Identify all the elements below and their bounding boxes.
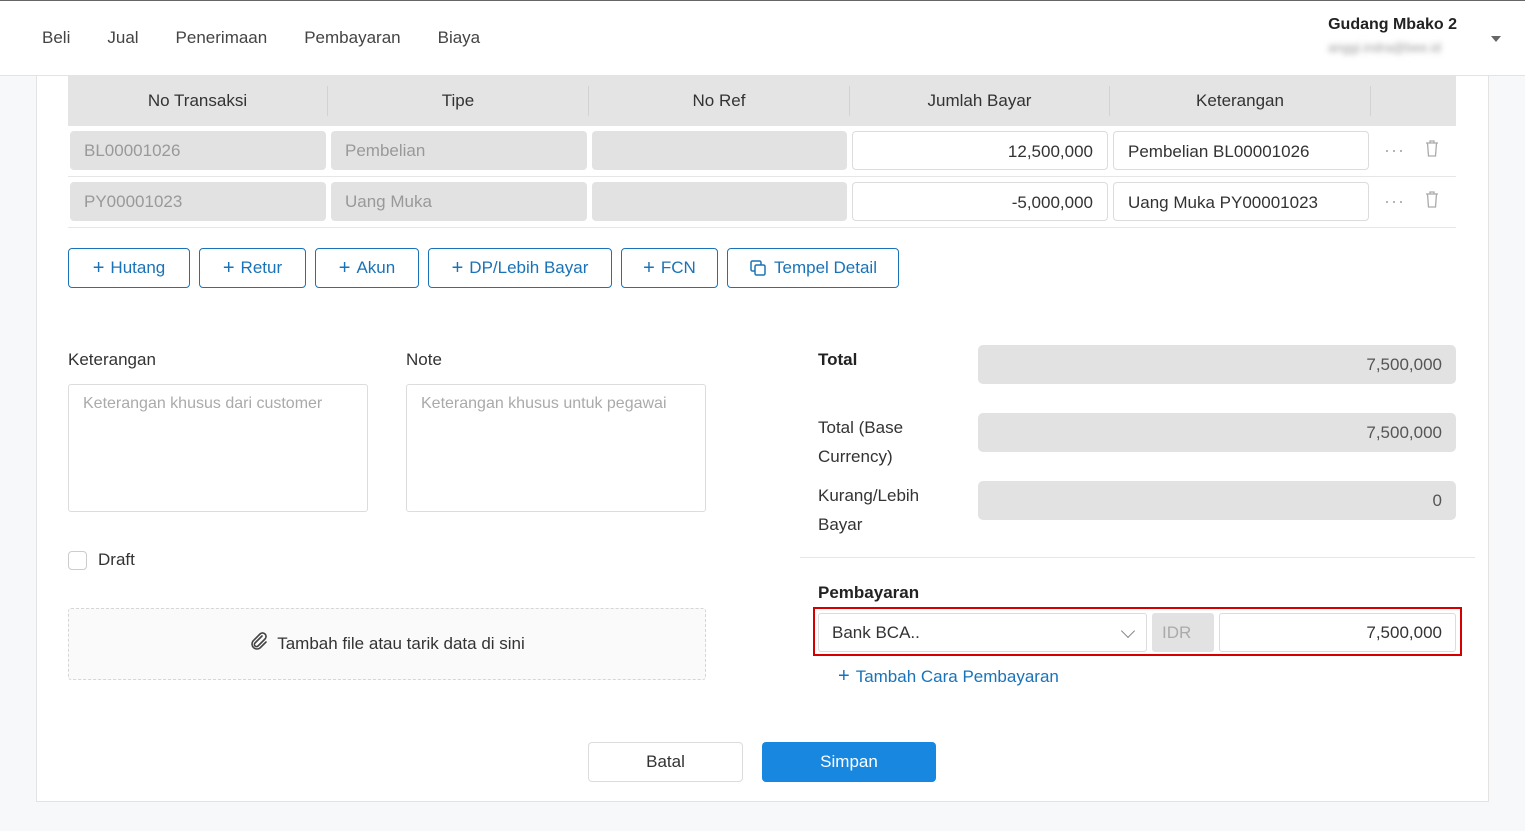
tipe-field: Pembelian xyxy=(331,131,587,170)
payment-method-select[interactable]: Bank BCA.. xyxy=(818,613,1147,652)
add-payment-method-link[interactable]: + Tambah Cara Pembayaran xyxy=(838,665,1059,688)
nav-pembayaran[interactable]: Pembayaran xyxy=(304,28,400,48)
plus-icon: + xyxy=(643,256,655,279)
nav-biaya[interactable]: Biaya xyxy=(438,28,481,48)
keterangan-input[interactable]: Uang Muka PY00001023 xyxy=(1113,182,1369,221)
top-bar: Beli Jual Penerimaan Pembayaran Biaya Gu… xyxy=(0,0,1525,76)
payment-currency: IDR xyxy=(1152,613,1214,652)
user-email: anggi.indra@bee.id xyxy=(1328,40,1442,55)
diff-value: 0 xyxy=(978,481,1456,520)
chevron-down-icon[interactable] xyxy=(1491,36,1501,42)
diff-label-line2: Bayar xyxy=(818,515,863,534)
jumlah-bayar-input[interactable]: 12,500,000 xyxy=(852,131,1108,170)
add-akun-button[interactable]: + Akun xyxy=(315,248,419,288)
base-total-label-line1: Total (Base xyxy=(818,418,904,437)
plus-icon: + xyxy=(338,256,351,279)
add-detail-buttons: + Hutang + Retur + Akun + DP/Lebih Bayar + FC… xyxy=(68,248,908,288)
no-ref-field xyxy=(592,182,847,221)
plus-icon: + xyxy=(222,256,235,279)
jumlah-bayar-input[interactable]: -5,000,000 xyxy=(852,182,1108,221)
table-header: No Transaksi Tipe No Ref Jumlah Bayar Ke… xyxy=(68,76,1456,126)
paperclip-icon xyxy=(251,632,268,650)
total-label: Total xyxy=(818,350,858,369)
keterangan-textarea[interactable]: Keterangan khusus dari customer xyxy=(68,384,368,512)
diff-label-line1: Kurang/Lebih xyxy=(818,486,920,505)
add-retur-button[interactable]: + Retur xyxy=(199,248,306,288)
base-total-label-line2: Currency) xyxy=(818,447,893,466)
tipe-field: Uang Muka xyxy=(331,182,587,221)
note-label: Note xyxy=(406,350,442,369)
paste-detail-button[interactable]: Tempel Detail xyxy=(727,248,899,288)
draft-label: Draft xyxy=(98,550,135,569)
chevron-down-icon xyxy=(1120,623,1136,639)
company-name: Gudang Mbako 2 xyxy=(1328,16,1457,33)
base-total-value: 7,500,000 xyxy=(978,413,1456,452)
keterangan-input[interactable]: Pembelian BL00001026 xyxy=(1113,131,1369,170)
save-button[interactable]: Simpan xyxy=(762,742,936,782)
user-menu[interactable]: Gudang Mbako 2 anggi.indra@bee.id xyxy=(1328,16,1457,55)
cancel-button[interactable]: Batal xyxy=(588,742,743,782)
draft-checkbox[interactable] xyxy=(68,551,87,570)
trash-icon[interactable] xyxy=(1425,139,1439,157)
add-fcn-button[interactable]: + FCN xyxy=(621,248,718,288)
col-keterangan: Keterangan xyxy=(1110,86,1371,116)
trash-icon[interactable] xyxy=(1425,190,1439,208)
col-no-ref: No Ref xyxy=(589,86,850,116)
main-nav: Beli Jual Penerimaan Pembayaran Biaya xyxy=(42,28,517,48)
no-ref-field xyxy=(592,131,847,170)
plus-icon: + xyxy=(92,256,105,279)
file-dropzone[interactable]: Tambah file atau tarik data di sini xyxy=(68,608,706,680)
col-tipe: Tipe xyxy=(328,86,589,116)
nav-penerimaan[interactable]: Penerimaan xyxy=(176,28,268,48)
nav-jual[interactable]: Jual xyxy=(107,28,138,48)
plus-icon: + xyxy=(838,665,850,687)
note-textarea[interactable]: Keterangan khusus untuk pegawai xyxy=(406,384,706,512)
nav-beli[interactable]: Beli xyxy=(42,28,70,48)
more-icon[interactable]: ··· xyxy=(1384,140,1405,161)
add-dp-button[interactable]: + DP/Lebih Bayar xyxy=(428,248,612,288)
payment-label: Pembayaran xyxy=(818,583,920,602)
no-transaksi-field: BL00001026 xyxy=(70,131,326,170)
col-jumlah-bayar: Jumlah Bayar xyxy=(850,86,1110,116)
table-row: BL00001026 Pembelian 12,500,000 Pembelia… xyxy=(68,126,1456,177)
add-hutang-button[interactable]: + Hutang xyxy=(68,248,190,288)
total-value: 7,500,000 xyxy=(978,345,1456,384)
more-icon[interactable]: ··· xyxy=(1384,191,1405,212)
divider xyxy=(800,557,1475,558)
table-row: PY00001023 Uang Muka -5,000,000 Uang Muk… xyxy=(68,177,1456,228)
keterangan-label: Keterangan xyxy=(68,350,156,369)
no-transaksi-field: PY00001023 xyxy=(70,182,326,221)
plus-icon: + xyxy=(451,256,464,279)
payment-amount-input[interactable]: 7,500,000 xyxy=(1219,613,1456,652)
copy-icon xyxy=(750,260,766,276)
col-no-transaksi: No Transaksi xyxy=(68,86,328,116)
